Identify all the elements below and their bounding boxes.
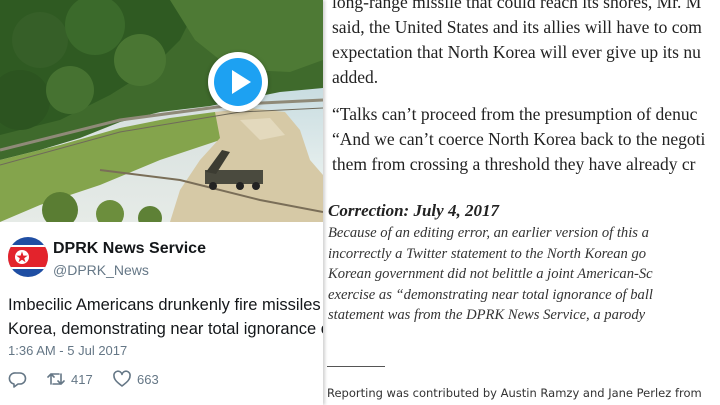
- correction-line: Korean government did not belittle a joi…: [328, 266, 653, 282]
- like-count: 663: [137, 371, 159, 387]
- article-line: added.: [332, 67, 379, 87]
- display-name[interactable]: DPRK News Service: [53, 240, 206, 258]
- correction-line: statement was from the DPRK News Service…: [328, 307, 646, 323]
- like-button[interactable]: 663: [112, 369, 159, 389]
- tweet-card[interactable]: DPRK News Service @DPRK_News Imbecilic A…: [0, 0, 323, 405]
- article-line: said, the United States and its allies w…: [332, 17, 702, 37]
- correction-line: incorrectly a Twitter statement to the N…: [328, 245, 647, 262]
- article-paragraph-2: “Talks can’t proceed from the presumptio…: [332, 102, 720, 177]
- article-line: them from crossing a threshold they have…: [332, 154, 696, 174]
- tweet-text-line: Imbecilic Americans drunkenly fire missi…: [8, 296, 323, 314]
- reporting-credit: Reporting was contributed by Austin Ramz…: [327, 386, 702, 400]
- play-button[interactable]: [208, 52, 268, 112]
- correction-line: exercise as “demonstrating near total ig…: [328, 286, 653, 303]
- correction-note: Correction: July 4, 2017 Because of an e…: [328, 200, 720, 326]
- correction-line: Because of an editing error, an earlier …: [328, 225, 649, 241]
- article-line: expectation that North Korea will ever g…: [332, 42, 701, 62]
- reply-icon: [8, 372, 27, 388]
- retweet-button[interactable]: 417: [46, 369, 93, 389]
- retweet-icon: [47, 373, 65, 385]
- article-paragraph-1: long-range missile that could reach its …: [332, 0, 720, 90]
- user-handle[interactable]: @DPRK_News: [53, 262, 149, 278]
- divider: [327, 366, 385, 367]
- tweet-text-line: Korea, demonstrating near total ignoranc…: [8, 320, 323, 338]
- article-line: “Talks can’t proceed from the presumptio…: [332, 104, 698, 124]
- flag-avatar-icon: [8, 237, 48, 277]
- avatar[interactable]: [8, 237, 48, 277]
- reply-button[interactable]: [8, 369, 28, 389]
- article-line: “And we can’t coerce North Korea back to…: [332, 129, 706, 149]
- tweet-text: Imbecilic Americans drunkenly fire missi…: [8, 293, 323, 341]
- heart-icon: [113, 370, 131, 387]
- play-icon: [232, 70, 251, 94]
- article-line: long-range missile that could reach its …: [332, 0, 702, 12]
- correction-title: Correction: July 4, 2017: [328, 201, 499, 220]
- video-still: [0, 0, 323, 222]
- video-thumbnail[interactable]: [0, 0, 323, 222]
- retweet-count: 417: [71, 371, 93, 387]
- tweet-timestamp[interactable]: 1:36 AM - 5 Jul 2017: [8, 343, 127, 358]
